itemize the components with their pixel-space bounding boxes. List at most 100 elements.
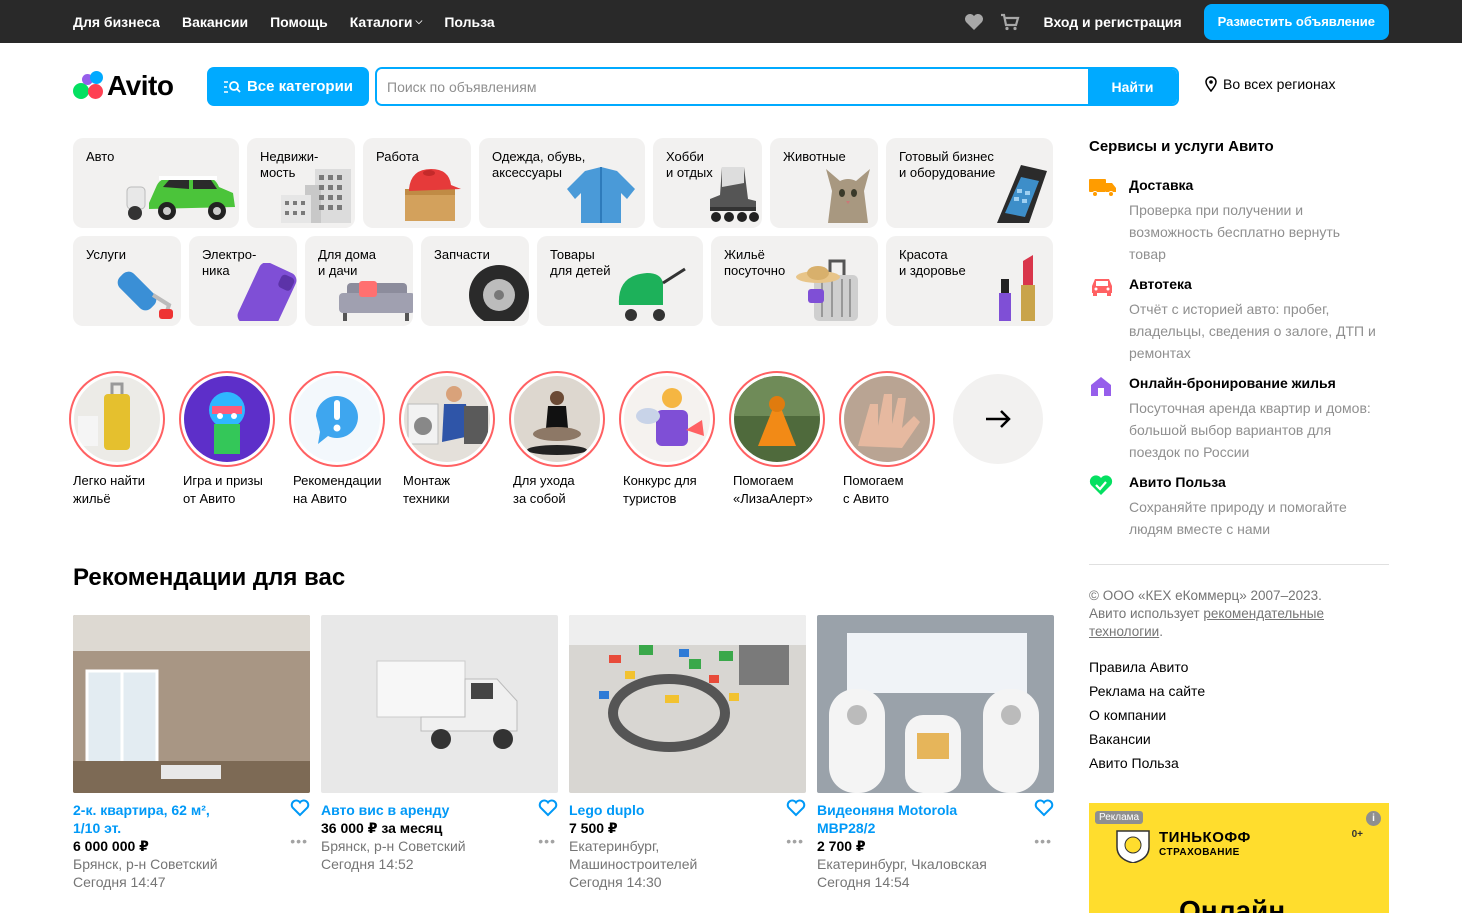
avito-logo[interactable]: Avito xyxy=(73,70,174,102)
category-home[interactable]: Для дома и дачи xyxy=(305,236,413,326)
favorite-heart-icon[interactable] xyxy=(290,799,310,822)
login-link[interactable]: Вход и регистрация xyxy=(1044,14,1182,30)
story-caption: Игра и призы от Авито xyxy=(183,473,263,506)
footer-link-benefit[interactable]: Авито Польза xyxy=(1089,751,1205,775)
service-desc: Сохраняйте природу и помогайте людям вме… xyxy=(1129,499,1347,537)
info-icon[interactable]: i xyxy=(1366,811,1381,826)
listing-location: Екатеринбург, Чкаловская xyxy=(817,856,987,872)
footer-link-rules[interactable]: Правила Авито xyxy=(1089,655,1205,679)
location-pin-icon xyxy=(1205,76,1217,92)
cosmetics-icon xyxy=(989,255,1053,326)
listing-title[interactable]: Видеоняня Motorola MBP28/2 xyxy=(817,801,1017,837)
heart-leaf-icon xyxy=(1089,474,1115,496)
service-booking[interactable]: Онлайн-бронирование жилья Посуточная аре… xyxy=(1089,375,1389,465)
favorite-heart-icon[interactable] xyxy=(1034,799,1054,822)
recommendation-card[interactable]: Lego duplo ••• 7 500 ₽ Екатеринбург, Маш… xyxy=(569,615,806,890)
category-hobby[interactable]: Хобби и отдых xyxy=(653,138,762,228)
cat-icon xyxy=(818,161,878,228)
footer-link-ads[interactable]: Реклама на сайте xyxy=(1089,679,1205,703)
truck-icon xyxy=(1089,177,1116,199)
service-name: Авито Польза xyxy=(1129,474,1226,490)
cart-icon[interactable] xyxy=(998,10,1022,34)
nav-benefit[interactable]: Польза xyxy=(444,14,494,30)
story-caption: Для ухода за собой xyxy=(513,473,575,506)
chevron-down-icon: ⌵ xyxy=(415,16,423,26)
stroller-icon xyxy=(607,265,703,326)
footer-link-about[interactable]: О компании xyxy=(1089,703,1205,727)
listing-price: 2 700 ₽ xyxy=(817,838,866,854)
all-categories-label: Все категории xyxy=(246,78,354,95)
listing-title[interactable]: Lego duplo xyxy=(569,801,769,819)
region-label: Во всех регионах xyxy=(1223,76,1336,92)
listing-photo[interactable] xyxy=(569,615,806,793)
more-options-icon[interactable]: ••• xyxy=(786,833,804,849)
category-kids[interactable]: Товары для детей xyxy=(537,236,703,326)
category-animals[interactable]: Животные xyxy=(770,138,878,228)
recommendation-card[interactable]: 2-к. квартира, 62 м², 1/10 эт. ••• 6 000… xyxy=(73,615,310,890)
logo-dots-icon xyxy=(73,71,105,101)
category-clothes[interactable]: Одежда, обувь, аксессуары xyxy=(479,138,645,228)
listing-price: 6 000 000 ₽ xyxy=(73,838,149,854)
favorite-heart-icon[interactable] xyxy=(538,799,558,822)
recommendations-title: Рекомендации для вас xyxy=(73,564,346,591)
story-image xyxy=(74,376,160,462)
category-auto[interactable]: Авто xyxy=(73,138,239,228)
listing-price: 7 500 ₽ xyxy=(569,820,618,836)
nav-catalogs[interactable]: Каталоги ⌵ xyxy=(350,14,423,30)
more-options-icon[interactable]: ••• xyxy=(538,833,556,849)
listing-title[interactable]: 2-к. квартира, 62 м², 1/10 эт. xyxy=(73,801,273,837)
category-realty[interactable]: Недвижи- мость xyxy=(247,138,355,228)
recommendation-card[interactable]: Авто вис в аренду ••• 36 000 ₽ за месяц … xyxy=(321,615,558,872)
category-beauty[interactable]: Красота и здоровье xyxy=(886,236,1053,326)
service-autoteka[interactable]: Автотека Отчёт с историей авто: пробег, … xyxy=(1089,276,1389,366)
nav-help[interactable]: Помощь xyxy=(270,14,328,30)
search-input[interactable] xyxy=(377,69,1088,104)
services-title: Сервисы и услуги Авито xyxy=(1089,138,1274,155)
category-business[interactable]: Готовый бизнес и оборудование xyxy=(886,138,1053,228)
listing-photo[interactable] xyxy=(817,615,1054,793)
post-ad-button[interactable]: Разместить объявление xyxy=(1203,3,1389,40)
listing-title[interactable]: Авто вис в аренду xyxy=(321,801,521,819)
favorite-heart-icon[interactable] xyxy=(786,799,806,822)
footer-link-vacancies[interactable]: Вакансии xyxy=(1089,727,1205,751)
footer-links: Правила Авито Реклама на сайте О компани… xyxy=(1089,655,1205,775)
logo-text: Avito xyxy=(107,70,174,101)
service-name: Доставка xyxy=(1129,177,1194,193)
nav-business[interactable]: Для бизнеса xyxy=(73,14,160,30)
nav-catalogs-label: Каталоги xyxy=(349,13,413,30)
ad-banner[interactable]: Реклама i ТИНЬКОФФ СТРАХОВАНИЕ 0+ Онлайн xyxy=(1089,803,1389,913)
story-image xyxy=(844,376,930,462)
roller-skate-icon xyxy=(692,163,762,228)
favorites-heart-icon[interactable] xyxy=(962,10,986,34)
category-daily-rent[interactable]: Жильё посуточно xyxy=(711,236,878,326)
region-selector[interactable]: Во всех регионах xyxy=(1205,76,1335,92)
story-image xyxy=(624,376,710,462)
top-nav: Для бизнеса Вакансии Помощь Каталоги ⌵ По… xyxy=(73,0,517,43)
category-electronics[interactable]: Электро- ника xyxy=(189,236,297,326)
all-categories-button[interactable]: Все категории xyxy=(207,67,369,106)
cap-box-icon xyxy=(391,161,471,228)
category-parts[interactable]: Запчасти xyxy=(421,236,529,326)
stories-next-button[interactable] xyxy=(953,374,1043,464)
sofa-icon xyxy=(333,271,413,326)
listing-photo[interactable] xyxy=(73,615,310,793)
ad-label: Реклама xyxy=(1095,811,1144,824)
car-icon xyxy=(119,163,239,228)
listing-price: 36 000 ₽ за месяц xyxy=(321,820,443,836)
service-desc: Проверка при получении и возможность бес… xyxy=(1129,202,1341,262)
listing-time: Сегодня 14:54 xyxy=(817,874,910,890)
search-button[interactable]: Найти xyxy=(1088,69,1177,104)
more-options-icon[interactable]: ••• xyxy=(290,833,308,849)
nav-vacancies[interactable]: Вакансии xyxy=(182,14,248,30)
recommendation-card[interactable]: Видеоняня Motorola MBP28/2 ••• 2 700 ₽ Е… xyxy=(817,615,1054,890)
service-avito-benefit[interactable]: Авито Польза Сохраняйте природу и помога… xyxy=(1089,474,1389,544)
category-jobs[interactable]: Работа xyxy=(363,138,471,228)
listing-title-text: Видеоняня Motorola MBP28/2 xyxy=(817,802,958,836)
listing-title-text: Авто вис в аренду xyxy=(321,802,450,818)
category-services[interactable]: Услуги xyxy=(73,236,181,326)
service-delivery[interactable]: Доставка Проверка при получении и возмож… xyxy=(1089,177,1389,267)
story-caption: Помогаем с Авито xyxy=(843,473,904,506)
more-options-icon[interactable]: ••• xyxy=(1034,833,1052,849)
story-caption: Легко найти жильё xyxy=(73,473,146,506)
listing-photo[interactable] xyxy=(321,615,558,793)
